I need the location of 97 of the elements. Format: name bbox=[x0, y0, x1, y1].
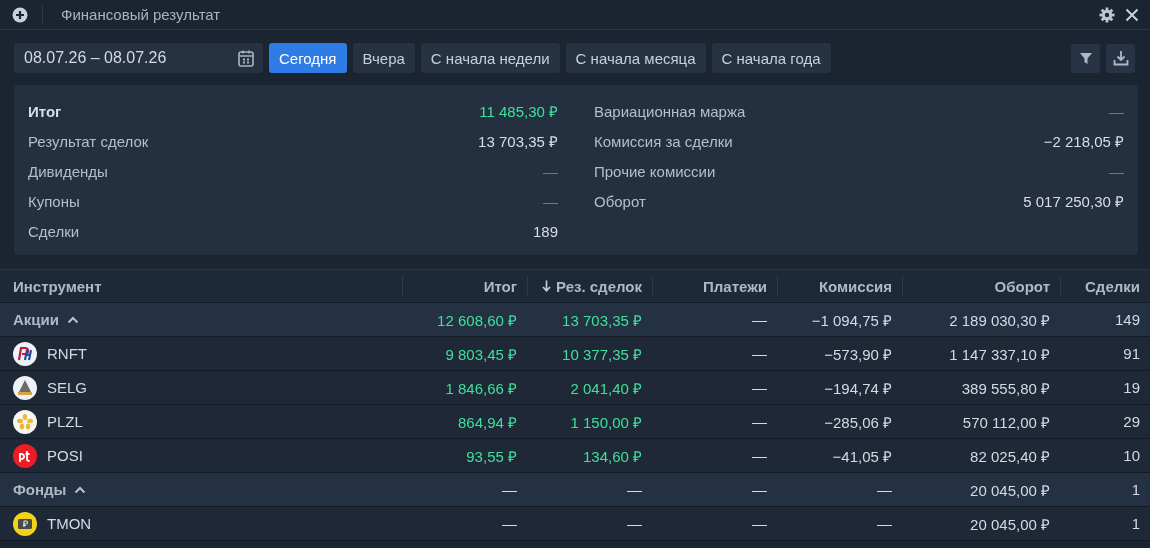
table-cell: 1 bbox=[1131, 481, 1140, 498]
instrument-name[interactable]: RNFT bbox=[47, 345, 87, 362]
table-cell-text: −1 094,75 ₽ bbox=[811, 310, 892, 330]
table-cell: — bbox=[752, 311, 767, 328]
settings-icon[interactable] bbox=[1099, 6, 1115, 23]
summary-label: Комиссия за сделки bbox=[594, 132, 733, 150]
table-cell-text: 2 041,40 ₽ bbox=[570, 378, 642, 398]
sort-arrow-icon bbox=[542, 280, 551, 292]
table-cell: 149 bbox=[1114, 311, 1140, 328]
calendar-icon[interactable] bbox=[238, 49, 254, 67]
table-cell-text: 12 608,60 ₽ bbox=[437, 310, 517, 330]
column-header[interactable]: Итог bbox=[402, 276, 527, 296]
table-cell: — bbox=[752, 413, 767, 430]
table-cell: — bbox=[752, 515, 767, 532]
instrument-name[interactable]: POSI bbox=[47, 447, 83, 464]
logo-icon bbox=[13, 375, 37, 400]
summary-label: Итог bbox=[28, 102, 62, 120]
period-tab[interactable]: Вчера bbox=[352, 43, 415, 73]
table-cell: — bbox=[877, 481, 892, 498]
table-cell-text: 20 045,00 ₽ bbox=[970, 514, 1050, 534]
table-cell-text: 20 045,00 ₽ bbox=[970, 480, 1050, 500]
table-cell-text: 570 112,00 ₽ bbox=[962, 412, 1050, 432]
table-cell: — bbox=[752, 345, 767, 362]
summary-label: Вариационная маржа bbox=[594, 102, 746, 120]
logo-icon bbox=[13, 443, 37, 468]
table-cell-text: 2 189 030,30 ₽ bbox=[949, 310, 1050, 330]
period-tab[interactable]: С начала года bbox=[711, 43, 831, 73]
download-icon bbox=[1112, 50, 1129, 66]
logo-icon bbox=[13, 409, 37, 434]
summary-value: — bbox=[1109, 102, 1124, 120]
table-cell: 1 bbox=[1131, 515, 1140, 532]
period-tab[interactable]: С начала месяца bbox=[565, 43, 706, 73]
summary-label: Сделки bbox=[28, 222, 80, 240]
table-cell: — bbox=[502, 515, 517, 532]
summary-label: Прочие комиссии bbox=[594, 162, 716, 180]
group-name: Акции bbox=[13, 311, 59, 328]
table-cell-text: 13 703,35 ₽ bbox=[562, 310, 642, 330]
period-tab[interactable]: С начала недели bbox=[420, 43, 560, 73]
table-cell-text: −573,90 ₽ bbox=[824, 344, 892, 364]
column-header[interactable]: Комиссия bbox=[777, 276, 902, 296]
table-cell: — bbox=[752, 481, 767, 498]
table-cell: 10 bbox=[1123, 447, 1140, 464]
table-cell-text: 864,94 ₽ bbox=[457, 412, 517, 432]
table-cell: — bbox=[752, 379, 767, 396]
summary-value: — bbox=[543, 192, 558, 210]
summary-value: — bbox=[543, 162, 558, 180]
table-cell: — bbox=[627, 481, 642, 498]
table-cell: 29 bbox=[1123, 413, 1140, 430]
column-header[interactable]: Сделки bbox=[1060, 276, 1150, 296]
table-cell-text: −41,05 ₽ bbox=[832, 446, 892, 466]
table-cell-text: 10 377,35 ₽ bbox=[562, 344, 642, 364]
table-cell: — bbox=[502, 481, 517, 498]
table-cell-text: 1 150,00 ₽ bbox=[570, 412, 642, 432]
table-cell-text: 1 147 337,10 ₽ bbox=[949, 344, 1050, 364]
summary-value: 11 485,30 ₽ bbox=[479, 102, 558, 121]
table-cell: 91 bbox=[1123, 345, 1140, 362]
table-cell-text: 389 555,80 ₽ bbox=[961, 378, 1050, 398]
table-cell-text: 93,55 ₽ bbox=[466, 446, 517, 466]
add-icon[interactable] bbox=[12, 6, 28, 23]
summary-label: Купоны bbox=[28, 192, 80, 210]
date-range-field[interactable]: 08.07.26 – 08.07.26 bbox=[14, 43, 263, 73]
summary-value: — bbox=[1109, 162, 1124, 180]
table-cell: 19 bbox=[1123, 379, 1140, 396]
window-title: Финансовый результат bbox=[61, 6, 221, 23]
summary-value: −2 218,05 ₽ bbox=[1043, 132, 1124, 151]
table-cell: — bbox=[877, 515, 892, 532]
table-cell: — bbox=[627, 515, 642, 532]
table-cell-text: 134,60 ₽ bbox=[582, 446, 642, 466]
table-cell-text: 9 803,45 ₽ bbox=[445, 344, 517, 364]
column-header[interactable]: Платежи bbox=[652, 276, 777, 296]
summary-value: 5 017 250,30 ₽ bbox=[1023, 192, 1124, 211]
download-button[interactable] bbox=[1106, 43, 1135, 73]
filter-button[interactable] bbox=[1071, 43, 1100, 73]
group-name: Фонды bbox=[13, 481, 67, 498]
summary-label: Оборот bbox=[594, 192, 646, 210]
filter-icon bbox=[1078, 51, 1093, 65]
column-header[interactable]: Инструмент bbox=[0, 276, 402, 296]
logo-icon bbox=[13, 341, 37, 366]
summary-label: Дивиденды bbox=[28, 162, 108, 180]
column-header[interactable]: Оборот bbox=[902, 276, 1060, 296]
summary-label: Результат сделок bbox=[28, 132, 149, 150]
table-cell-text: −194,74 ₽ bbox=[824, 378, 892, 398]
instrument-name[interactable]: PLZL bbox=[47, 413, 83, 430]
period-tab[interactable]: Сегодня bbox=[269, 43, 347, 73]
table-cell-text: 82 025,40 ₽ bbox=[970, 446, 1050, 466]
chevron-icon[interactable] bbox=[67, 315, 79, 324]
logo-icon bbox=[13, 511, 37, 536]
instrument-name[interactable]: TMON bbox=[47, 515, 92, 532]
close-icon[interactable] bbox=[1125, 7, 1139, 22]
chevron-icon[interactable] bbox=[74, 485, 87, 494]
table-cell: — bbox=[752, 447, 767, 464]
table-cell-text: −285,06 ₽ bbox=[824, 412, 892, 432]
summary-value: 189 bbox=[532, 222, 558, 240]
table-cell-text: 1 846,66 ₽ bbox=[445, 378, 517, 398]
summary-value: 13 703,35 ₽ bbox=[478, 132, 558, 151]
instrument-name[interactable]: SELG bbox=[47, 379, 88, 396]
column-header[interactable]: Рез. сделок bbox=[527, 276, 652, 296]
